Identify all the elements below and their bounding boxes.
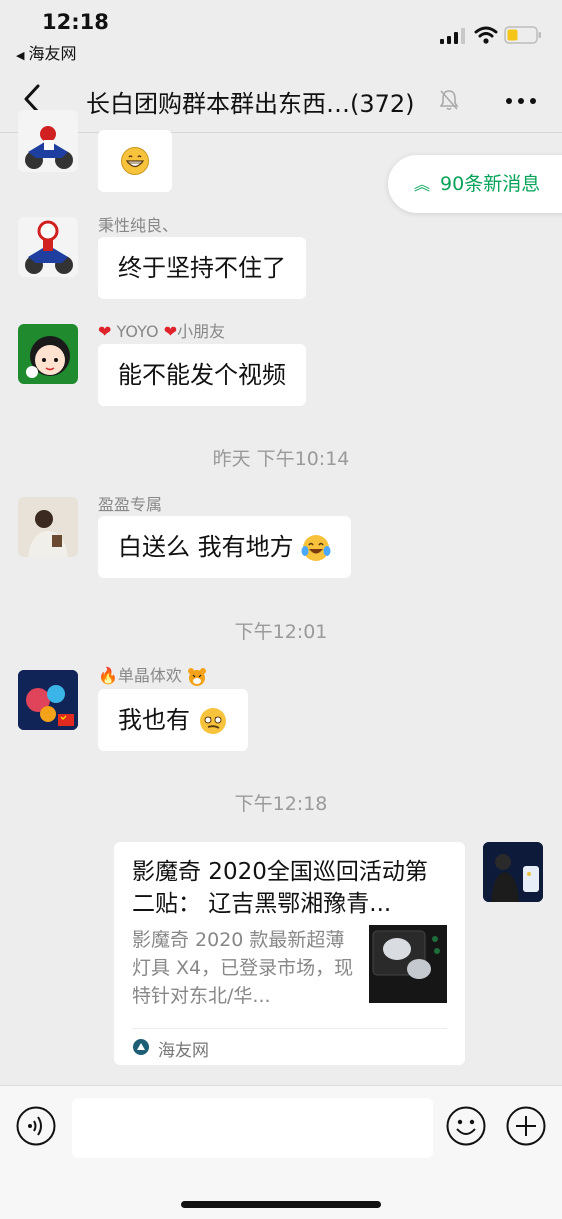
chat-header: 长白团购群本群出东西…(372) (0, 68, 562, 133)
chat-title: 长白团购群本群出东西…(372) (86, 90, 415, 118)
grinning-face-emoji-icon (121, 147, 149, 175)
input-bar (0, 1085, 562, 1219)
back-app-label: 海友网 (28, 44, 77, 63)
smirking-face-emoji-icon (199, 708, 226, 734)
avatar[interactable] (18, 324, 78, 384)
source-logo-icon (133, 1039, 149, 1055)
avatar[interactable] (18, 110, 78, 172)
tiger-face-icon (188, 667, 207, 686)
new-messages-pill[interactable]: ︽ 90条新消息 (388, 155, 562, 213)
more-actions-plus-icon[interactable] (506, 1106, 546, 1146)
sender-name: 单晶体欢 (117, 666, 182, 685)
lighting-fixture-icon (369, 925, 447, 1003)
sender-name-row: 🔥单晶体欢 (98, 662, 207, 687)
sender-name: YOYO (116, 322, 159, 341)
back-triangle-icon: ◀ (16, 49, 25, 62)
sender-name-tail: 小朋友 (177, 322, 226, 341)
new-messages-label: 90条新消息 (440, 173, 541, 195)
voice-input-icon[interactable] (16, 1106, 56, 1146)
signal-icon (440, 28, 465, 44)
message-text: 白送么 我有地方 (118, 533, 294, 561)
tears-of-joy-emoji-icon (301, 535, 331, 561)
avatar[interactable] (18, 217, 78, 277)
sender-name: 秉性纯良、 (98, 216, 179, 235)
sender-name-row: ❤ YOYO ❤小朋友 (98, 318, 225, 342)
person-photo-icon (18, 497, 78, 557)
person-on-stage-icon (483, 842, 543, 902)
motorcycle-rider-icon (25, 126, 73, 169)
message-bubble[interactable]: 白送么 我有地方 (98, 516, 352, 578)
message-bubble[interactable] (98, 130, 172, 192)
colorful-poster-icon (18, 670, 78, 730)
message-text: 终于坚持不住了 (118, 254, 286, 282)
wifi-icon (474, 26, 498, 44)
link-card-description: 影魔奇 2020 款最新超薄灯具 X4，已登录市场，现特针对东北/华... (132, 929, 354, 1007)
link-card-title: 影魔奇 2020全国巡回活动第二贴： 辽吉黑鄂湘豫青... (132, 859, 428, 917)
motorcycle-rider-icon (25, 220, 73, 274)
avatar[interactable] (18, 670, 78, 730)
message-bubble[interactable]: 终于坚持不住了 (98, 237, 306, 299)
my-avatar[interactable] (483, 842, 543, 902)
avatar[interactable] (18, 497, 78, 557)
link-card[interactable]: 影魔奇 2020全国巡回活动第二贴： 辽吉黑鄂湘豫青... 影魔奇 2020 款… (114, 842, 465, 1065)
message-bubble[interactable]: 能不能发个视频 (98, 344, 306, 406)
home-indicator[interactable] (181, 1201, 381, 1208)
fire-icon: 🔥 (98, 666, 118, 685)
message-text: 能不能发个视频 (118, 361, 286, 389)
mute-bell-icon (439, 90, 459, 111)
link-card-source: 海友网 (158, 1041, 209, 1061)
battery-icon (504, 26, 541, 44)
message-text: 我也有 (118, 706, 190, 734)
link-card-thumbnail (369, 925, 447, 1003)
double-chevron-up-icon: ︽ (414, 175, 431, 194)
status-time: 12:18 (42, 10, 109, 34)
red-heart-icon: ❤ (163, 322, 178, 341)
more-options-icon[interactable] (505, 97, 537, 105)
sender-name: 盈盈专属 (98, 495, 163, 514)
cartoon-girl-icon (26, 336, 70, 378)
message-bubble[interactable]: 我也有 (98, 689, 248, 751)
timestamp: 下午12:01 (234, 621, 328, 643)
message-input[interactable] (72, 1098, 433, 1158)
emoji-picker-icon[interactable] (446, 1106, 486, 1146)
red-heart-icon: ❤ (98, 322, 112, 341)
timestamp: 昨天 下午10:14 (212, 448, 350, 470)
timestamp: 下午12:18 (234, 793, 328, 815)
back-to-app-link[interactable]: ◀ 海友网 (16, 40, 76, 64)
divider (132, 1028, 447, 1029)
